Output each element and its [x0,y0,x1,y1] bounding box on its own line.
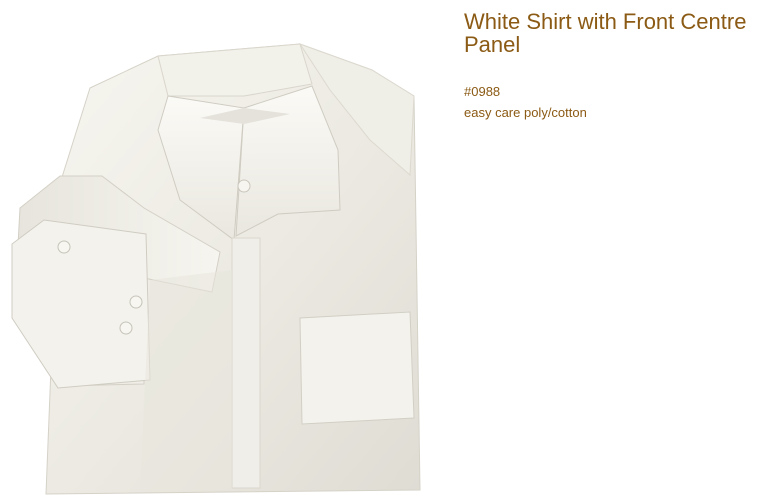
product-title: White Shirt with Front Centre Panel [464,9,747,57]
product-description: easy care poly/cotton [464,105,587,120]
product-code: #0988 [464,84,501,99]
shirt-product-image [11,43,421,495]
product-info: White Shirt with Front Centre Panel #098… [464,10,776,121]
